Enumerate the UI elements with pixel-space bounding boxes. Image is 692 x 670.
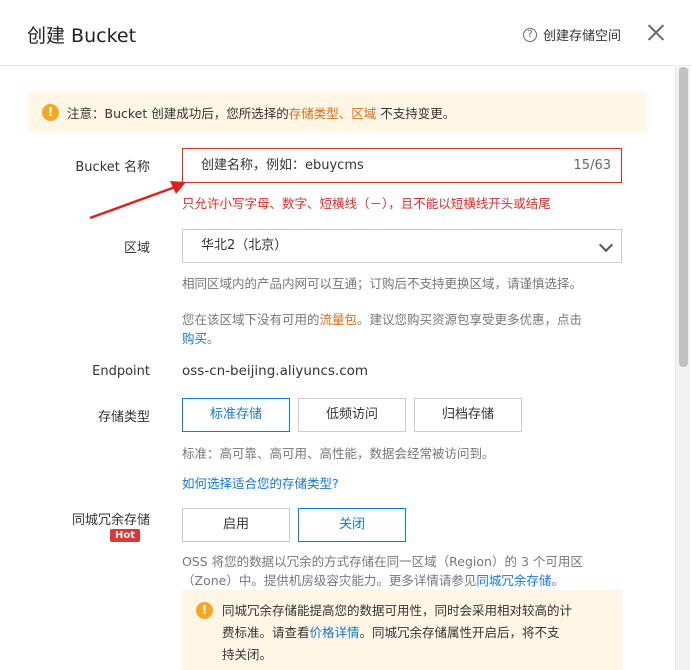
tip-line2-prefix: 费标准。请查看 — [222, 625, 310, 640]
storage-class-help-link[interactable]: 如何选择适合您的存储类型? — [182, 473, 339, 492]
tip-line2-suffix: 。同城冗余存储属性开启后，将不支 — [359, 625, 560, 640]
redundancy-doc-link[interactable]: 同城冗余存储 — [476, 573, 551, 588]
region-hint-traffic: 您在该区域下没有可用的流量包。建议您购买资源包享受更多优惠，点击购买。 — [182, 310, 612, 348]
redundancy-desc-end: 。 — [551, 573, 564, 588]
pricing-link[interactable]: 价格详情 — [310, 625, 360, 640]
redundancy-enable-button[interactable]: 启用 — [182, 508, 290, 542]
storage-class-hint: 标准：高可靠、高可用、高性能，数据会经常被访问到。 — [182, 446, 495, 461]
tip-line3: 持关闭。 — [222, 647, 273, 662]
endpoint-value: oss-cn-beijing.aliyuncs.com — [182, 363, 369, 379]
hot-badge: Hot — [110, 529, 141, 542]
storage-ia-button[interactable]: 低频访问 — [298, 398, 406, 432]
redundancy-label: 同城冗余存储 — [71, 513, 150, 528]
region-label: 区域 — [123, 241, 150, 256]
redundancy-desc-line1: OSS 将您的数据以冗余的方式存储在同一区域（Region）的 3 个可用区 — [182, 554, 583, 569]
storage-standard-button[interactable]: 标准存储 — [182, 398, 290, 432]
storage-archive-button[interactable]: 归档存储 — [414, 398, 522, 432]
warning-icon: ! — [196, 602, 213, 619]
region-selected: 华北2（北京） — [201, 238, 288, 253]
region-hint: 相同区域内的产品内网可以互通；订购后不支持更换区域，请谨慎选择。 — [182, 276, 583, 291]
tip-line1: 同城冗余存储能提高您的数据可用性，同时会采用相对较高的计 — [222, 603, 573, 618]
traffic-package-link[interactable]: 流量包 — [320, 312, 358, 327]
redundancy-desc: OSS 将您的数据以冗余的方式存储在同一区域（Region）的 3 个可用区 （Z… — [182, 552, 622, 590]
traffic-hint-suffix: 。建议您购买资源包享受更多优惠，点击 — [357, 312, 583, 327]
buy-link[interactable]: 购买 — [182, 331, 207, 346]
region-select[interactable]: 华北2（北京） — [182, 229, 622, 263]
redundancy-desc-line2: （Zone）中。提供机房级容灾能力。更多详情请参见 — [182, 573, 477, 588]
storage-class-label: 存储类型 — [97, 410, 150, 425]
traffic-hint-end: 。 — [207, 331, 220, 346]
redundancy-tip: ! 同城冗余存储能提高您的数据可用性，同时会采用相对较高的计 费标准。请查看价格详… — [182, 590, 622, 670]
redundancy-disable-button[interactable]: 关闭 — [298, 508, 406, 542]
chevron-down-icon — [598, 237, 614, 253]
traffic-hint-prefix: 您在该区域下没有可用的 — [182, 312, 320, 327]
endpoint-label: Endpoint — [92, 364, 150, 379]
